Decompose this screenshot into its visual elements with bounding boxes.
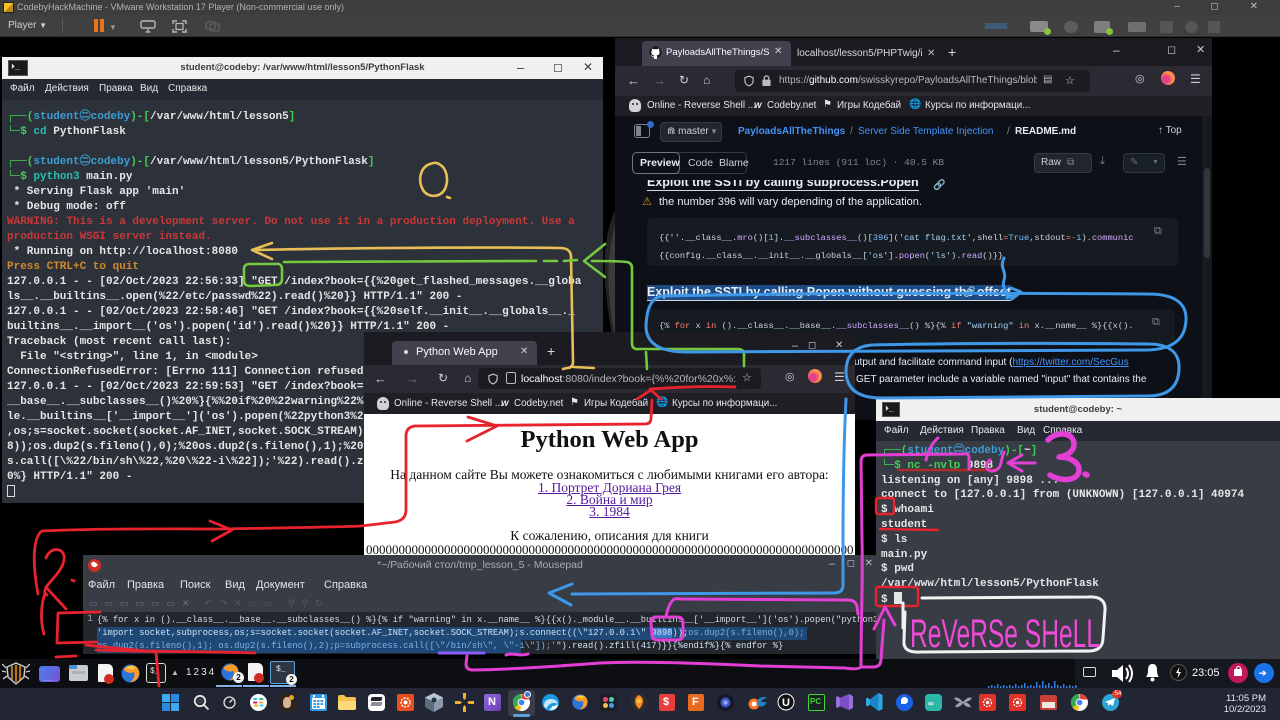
svg-text:U: U bbox=[782, 697, 790, 709]
